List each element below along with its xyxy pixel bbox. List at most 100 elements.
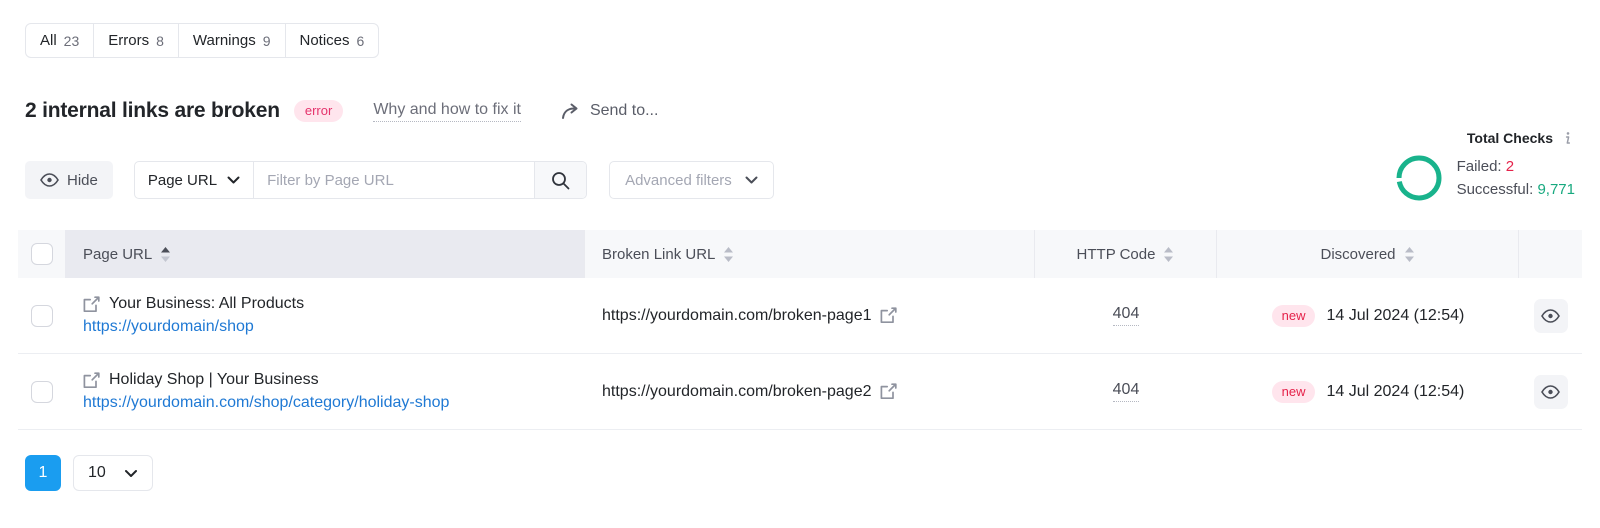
chevron-down-icon — [124, 469, 138, 478]
column-header-discovered[interactable]: Discovered — [1217, 230, 1519, 278]
tab-warnings-count: 9 — [262, 32, 271, 49]
filter-column-value: Page URL — [147, 171, 218, 189]
send-to-label: Send to... — [589, 102, 659, 119]
eye-icon — [40, 173, 59, 187]
column-header-page-url[interactable]: Page URL — [65, 230, 585, 278]
cell-discovered: new 14 Jul 2024 (12:54) — [1217, 278, 1519, 353]
table-row: Your Business: All Products https://your… — [18, 278, 1582, 354]
checks-successful-line: Successful: 9,771 — [1457, 178, 1575, 201]
sort-arrows-icon — [723, 246, 734, 263]
page-title-text: Holiday Shop | Your Business — [109, 371, 319, 388]
page-button-1[interactable]: 1 — [25, 455, 61, 491]
table-row: Holiday Shop | Your Business https://you… — [18, 354, 1582, 430]
checks-successful-value: 9,771 — [1537, 181, 1575, 198]
new-badge: new — [1271, 304, 1316, 327]
discovered-date: 14 Jul 2024 (12:54) — [1326, 306, 1465, 324]
cell-http-code: 404 — [1035, 354, 1217, 429]
issue-type-tabs: All 23 Errors 8 Warnings 9 Notices 6 — [25, 23, 380, 58]
tab-warnings-label: Warnings — [192, 32, 256, 49]
status-badge: error — [293, 100, 344, 122]
cell-actions — [1519, 278, 1582, 353]
tab-notices-count: 6 — [356, 32, 365, 49]
sort-arrows-icon — [160, 246, 171, 263]
search-icon — [551, 171, 570, 190]
http-code-value[interactable]: 404 — [1112, 381, 1140, 402]
row-preview-button[interactable] — [1533, 298, 1568, 333]
tab-notices[interactable]: Notices 6 — [286, 24, 379, 57]
row-checkbox[interactable] — [30, 304, 53, 327]
cell-page-url: Your Business: All Products https://your… — [65, 278, 585, 353]
external-link-icon[interactable] — [880, 383, 898, 400]
chevron-down-icon — [227, 176, 240, 184]
checks-failed-label: Failed: — [1456, 157, 1502, 175]
page-url-link[interactable]: https://yourdomain.com/shop/category/hol… — [83, 394, 449, 412]
send-to-button[interactable]: Send to... — [561, 102, 659, 120]
external-link-icon[interactable] — [880, 307, 898, 324]
row-preview-button[interactable] — [1533, 374, 1568, 409]
checks-failed-value: 2 — [1505, 157, 1515, 175]
external-link-icon[interactable] — [83, 295, 100, 313]
cell-broken-link-url: https://yourdomain.com/broken-page2 — [585, 354, 1035, 429]
column-header-discovered-label: Discovered — [1320, 245, 1396, 263]
select-all-header — [18, 230, 65, 278]
total-checks-label: Total Checks — [1466, 130, 1553, 146]
new-badge: new — [1271, 380, 1316, 403]
page-title-line: Your Business: All Products — [83, 295, 304, 313]
tab-errors-label: Errors — [108, 32, 150, 49]
page-size-value: 10 — [88, 464, 106, 481]
row-select-cell — [18, 278, 65, 353]
page-title: 2 internal links are broken — [25, 99, 280, 122]
sort-arrows-icon — [1163, 246, 1174, 263]
broken-links-report: All 23 Errors 8 Warnings 9 Notices 6 2 i… — [0, 0, 1600, 528]
issue-heading-row: 2 internal links are broken error Why an… — [25, 95, 658, 127]
checks-successful-label: Successful: — [1456, 181, 1534, 198]
column-header-http-code-label: HTTP Code — [1076, 245, 1156, 263]
filter-column-select[interactable]: Page URL — [135, 162, 255, 198]
filter-input-group: Page URL — [133, 161, 588, 199]
cell-page-url: Holiday Shop | Your Business https://you… — [65, 354, 585, 429]
tab-errors[interactable]: Errors 8 — [94, 24, 179, 57]
page-size-select[interactable]: 10 — [73, 455, 153, 491]
tab-notices-label: Notices — [299, 32, 350, 49]
external-link-icon[interactable] — [83, 371, 100, 389]
tab-warnings[interactable]: Warnings 9 — [179, 24, 286, 57]
tab-all-count: 23 — [63, 32, 80, 49]
search-button[interactable] — [534, 162, 587, 198]
column-header-http-code[interactable]: HTTP Code — [1035, 230, 1217, 278]
http-code-value[interactable]: 404 — [1112, 305, 1140, 326]
total-checks-panel: Total Checks Failed: 2 Successful: 9,771 — [1340, 130, 1575, 204]
info-icon[interactable] — [1561, 131, 1575, 146]
checks-values: Failed: 2 Successful: 9,771 — [1457, 155, 1575, 202]
cell-http-code: 404 — [1035, 278, 1217, 353]
tab-all[interactable]: All 23 — [26, 24, 95, 57]
hide-button-label: Hide — [67, 171, 98, 189]
column-header-broken-link-url-label: Broken Link URL — [602, 245, 716, 263]
row-select-cell — [18, 354, 65, 429]
cell-discovered: new 14 Jul 2024 (12:54) — [1217, 354, 1519, 429]
total-checks-body: Failed: 2 Successful: 9,771 — [1340, 152, 1575, 204]
column-header-actions — [1519, 230, 1582, 278]
checks-failed-line: Failed: 2 — [1457, 155, 1575, 178]
cell-actions — [1519, 354, 1582, 429]
page-url-link[interactable]: https://yourdomain/shop — [83, 318, 304, 336]
row-checkbox[interactable] — [30, 380, 53, 403]
why-and-how-to-fix-link[interactable]: Why and how to fix it — [373, 101, 521, 122]
select-all-checkbox[interactable] — [30, 243, 53, 265]
tab-errors-count: 8 — [156, 32, 164, 49]
column-header-broken-link-url[interactable]: Broken Link URL — [585, 230, 1035, 278]
pagination-bar: 1 10 — [25, 455, 153, 491]
tab-all-label: All — [40, 32, 57, 49]
eye-icon — [1541, 308, 1560, 323]
advanced-filters-label: Advanced filters — [625, 171, 732, 189]
page-title-line: Holiday Shop | Your Business — [83, 371, 449, 389]
eye-icon — [1541, 384, 1560, 399]
sort-arrows-icon — [1404, 246, 1415, 263]
filter-toolbar: Hide Page URL Filter by Page URL Advance… — [25, 161, 774, 199]
hide-button[interactable]: Hide — [25, 161, 113, 199]
page-title-text: Your Business: All Products — [109, 295, 305, 312]
broken-link-text: https://yourdomain.com/broken-page1 — [602, 306, 872, 324]
search-input[interactable] — [254, 162, 535, 198]
advanced-filters-button[interactable]: Advanced filters — [609, 161, 774, 199]
column-header-page-url-label: Page URL — [83, 245, 153, 263]
broken-link-text: https://yourdomain.com/broken-page2 — [602, 382, 872, 400]
